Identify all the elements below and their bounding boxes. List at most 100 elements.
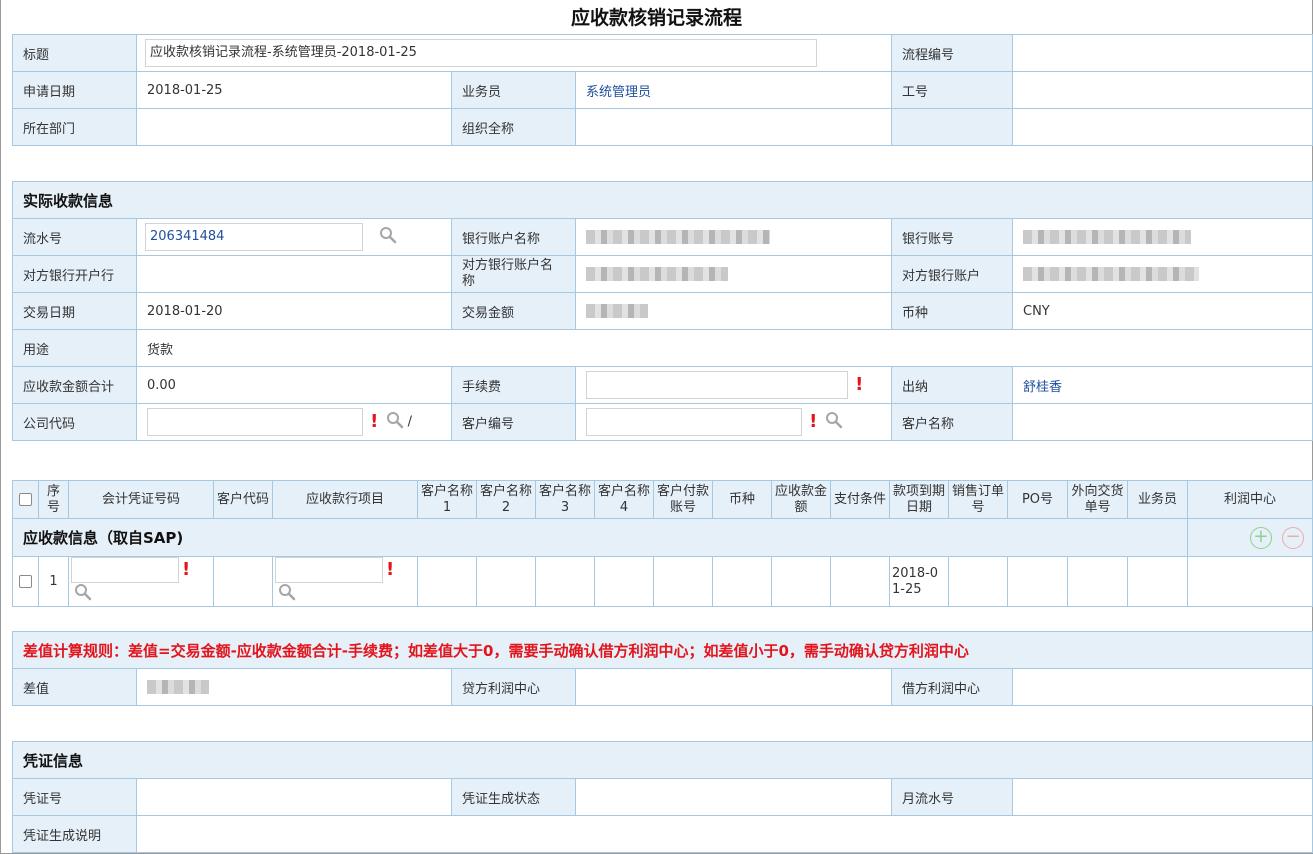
counter-account-name-label: 对方银行账户名称 bbox=[451, 255, 576, 293]
search-icon[interactable] bbox=[278, 583, 296, 606]
search-icon[interactable] bbox=[379, 226, 397, 248]
flow-no-label: 流程编号 bbox=[891, 34, 1014, 72]
fee-input[interactable] bbox=[586, 371, 848, 399]
currency-label: 币种 bbox=[891, 292, 1013, 330]
cashier-value[interactable]: 舒桂香 bbox=[1011, 366, 1313, 404]
purpose-value: 货款 bbox=[135, 329, 1313, 367]
job-no-label: 工号 bbox=[891, 71, 1014, 109]
salesman-value[interactable]: 系统管理员 bbox=[574, 71, 893, 109]
voucher-status-value bbox=[575, 778, 892, 816]
trade-amount-label: 交易金额 bbox=[451, 292, 576, 330]
dept-label: 所在部门 bbox=[12, 108, 137, 146]
flow-no-value bbox=[1012, 34, 1313, 72]
debit-profit-label: 借方利润中心 bbox=[891, 668, 1013, 706]
title-label: 标题 bbox=[12, 34, 137, 72]
diff-label: 差值 bbox=[12, 668, 137, 706]
receivable-total-value: 0.00 bbox=[136, 366, 452, 404]
job-no-value bbox=[1012, 71, 1313, 109]
required-mark-icon: ! bbox=[370, 411, 379, 432]
grid-cell bbox=[476, 556, 536, 607]
voucher-desc-value bbox=[135, 815, 1313, 853]
col-header: 应收款金额 bbox=[771, 480, 831, 519]
fee-label: 手续费 bbox=[451, 366, 576, 404]
row-select-cell bbox=[12, 556, 39, 607]
counter-bank-value bbox=[136, 255, 452, 293]
voucher-no-value bbox=[136, 778, 452, 816]
diff-value-redacted bbox=[147, 680, 209, 694]
col-header: 客户名称1 bbox=[417, 480, 477, 519]
col-header: 币种 bbox=[712, 480, 772, 519]
trade-date-label: 交易日期 bbox=[12, 292, 137, 330]
col-header: 款项到期日期 bbox=[889, 480, 949, 519]
grid-cell bbox=[653, 556, 713, 607]
grid-cell bbox=[1007, 556, 1068, 607]
grid-cell bbox=[1067, 556, 1128, 607]
table-row: 1 ! ! 2018-01-25 bbox=[12, 556, 1313, 607]
col-header: 应收款行项目 bbox=[272, 480, 418, 519]
org-value bbox=[574, 108, 893, 146]
company-code-label: 公司代码 bbox=[12, 403, 137, 441]
customer-name-label: 客户名称 bbox=[891, 403, 1013, 441]
col-header: 客户名称2 bbox=[476, 480, 536, 519]
row-actions: + − bbox=[1187, 518, 1313, 557]
credit-profit-label: 贷方利润中心 bbox=[451, 668, 576, 706]
col-header: 客户付款账号 bbox=[653, 480, 713, 519]
org-label: 组织全称 bbox=[451, 108, 576, 146]
col-header: 利润中心 bbox=[1187, 480, 1313, 519]
cashier-label: 出纳 bbox=[891, 366, 1013, 404]
bank-account-name-redacted bbox=[586, 230, 770, 244]
grid-cell bbox=[771, 556, 831, 607]
difference-rule-text: 差值计算规则：差值=交易金额-应收款金额合计-手续费；如差值大于0，需要手动确认… bbox=[11, 631, 1313, 669]
col-header: 支付条件 bbox=[830, 480, 890, 519]
monthly-serial-label: 月流水号 bbox=[891, 778, 1013, 816]
customer-name-value bbox=[1011, 403, 1313, 441]
page-title: 应收款核销记录流程 bbox=[570, 7, 742, 29]
voucher-status-label: 凭证生成状态 bbox=[451, 778, 576, 816]
search-icon[interactable] bbox=[74, 583, 92, 606]
col-header: 客户名称4 bbox=[594, 480, 654, 519]
voucher-no-input[interactable] bbox=[71, 557, 179, 583]
title-input[interactable]: 应收款核销记录流程-系统管理员-2018-01-25 bbox=[145, 39, 817, 67]
dept-value bbox=[136, 108, 452, 146]
customer-no-label: 客户编号 bbox=[451, 403, 576, 441]
add-row-icon[interactable]: + bbox=[1249, 526, 1272, 549]
select-all-checkbox[interactable] bbox=[19, 492, 32, 506]
company-code-separator: / bbox=[407, 414, 413, 430]
voucher-table: 凭证信息 凭证号 凭证生成状态 月流水号 凭证生成说明 bbox=[11, 741, 1313, 853]
counter-bank-label: 对方银行开户行 bbox=[12, 255, 137, 293]
apply-date-label: 申请日期 bbox=[12, 71, 137, 109]
grid-cell bbox=[948, 556, 1008, 607]
credit-profit-value bbox=[575, 668, 892, 706]
grid-cell bbox=[1127, 556, 1188, 607]
empty-value-cell bbox=[1012, 108, 1313, 146]
voucher-desc-label: 凭证生成说明 bbox=[12, 815, 137, 853]
empty-label-cell bbox=[891, 108, 1014, 146]
trade-amount-redacted bbox=[586, 304, 648, 318]
row-checkbox[interactable] bbox=[19, 574, 32, 588]
col-header: 序号 bbox=[38, 480, 69, 519]
select-all-cell bbox=[12, 480, 39, 519]
grid-cell bbox=[535, 556, 595, 607]
receipt-table: 实际收款信息 流水号 206341484 银行账户名称 银行账号 对方银行开户行… bbox=[11, 181, 1313, 441]
remove-row-icon[interactable]: − bbox=[1282, 526, 1304, 549]
counter-account-label: 对方银行账户 bbox=[891, 255, 1013, 293]
serial-input[interactable]: 206341484 bbox=[145, 223, 363, 251]
due-date-cell: 2018-01-25 bbox=[889, 556, 949, 607]
customer-no-input[interactable] bbox=[586, 408, 802, 436]
counter-account-redacted bbox=[1023, 267, 1199, 281]
line-item-input[interactable] bbox=[275, 557, 383, 583]
grid-cell bbox=[830, 556, 890, 607]
apply-date-value: 2018-01-25 bbox=[136, 71, 452, 109]
search-icon[interactable] bbox=[386, 411, 404, 433]
serial-label: 流水号 bbox=[12, 218, 137, 256]
receipt-section-title: 实际收款信息 bbox=[11, 181, 1313, 219]
search-icon[interactable] bbox=[825, 411, 843, 433]
debit-profit-value bbox=[1011, 668, 1313, 706]
company-code-input[interactable] bbox=[147, 408, 363, 436]
receivable-total-label: 应收款金额合计 bbox=[12, 366, 137, 404]
row-seq: 1 bbox=[38, 556, 69, 607]
receivables-grid: 应收款信息（取自SAP) + − 序号 会计凭证号码 客户代码 应收款行项目 客… bbox=[12, 480, 1313, 607]
col-header: 会计凭证号码 bbox=[68, 480, 214, 519]
required-mark-icon: ! bbox=[809, 411, 818, 432]
bank-account-no-label: 银行账号 bbox=[891, 218, 1013, 256]
